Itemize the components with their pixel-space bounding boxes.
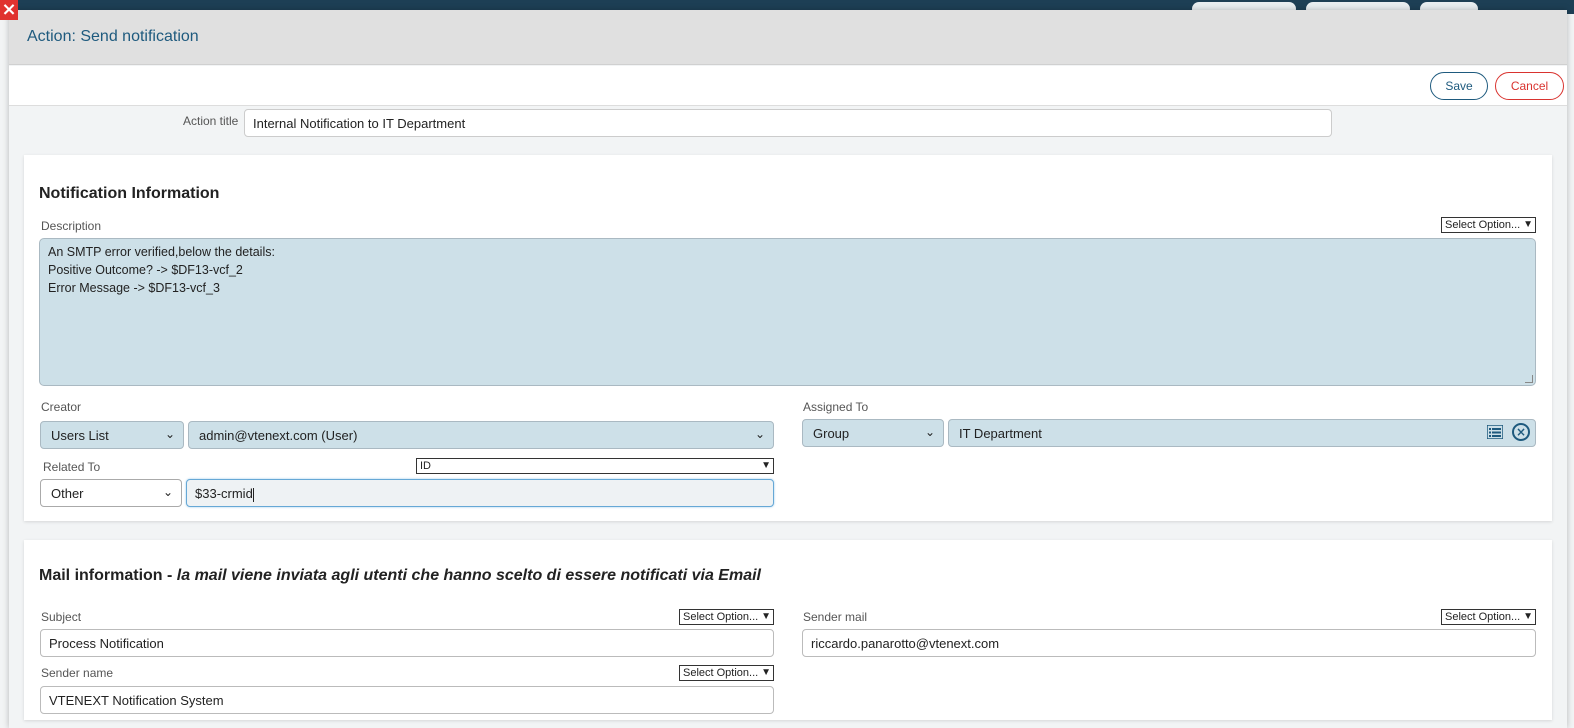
sender-name-option-select[interactable]: Select Option... ▼ bbox=[679, 665, 774, 681]
description-line: Positive Outcome? -> $DF13-vcf_2 bbox=[48, 263, 243, 277]
chevron-down-icon: ⌄ bbox=[162, 485, 173, 499]
subject-input[interactable]: Process Notification bbox=[40, 629, 774, 657]
chevron-down-icon: ⌄ bbox=[924, 425, 935, 439]
chevron-down-icon: ▼ bbox=[1523, 219, 1533, 230]
select-value: Users List bbox=[51, 428, 109, 443]
related-to-label: Related To bbox=[43, 460, 101, 474]
select-value: Select Option... bbox=[683, 667, 759, 679]
creator-user-select[interactable]: admin@vtenext.com (User) ⌄ bbox=[188, 421, 774, 449]
resize-handle-icon[interactable] bbox=[1525, 375, 1533, 383]
notification-information-card: Notification Information Description Sel… bbox=[24, 155, 1552, 521]
sender-name-label: Sender name bbox=[41, 666, 114, 680]
description-line: Error Message -> $DF13-vcf_3 bbox=[48, 281, 220, 295]
chevron-down-icon: ▼ bbox=[761, 611, 771, 622]
description-textarea[interactable]: An SMTP error verified,below the details… bbox=[39, 238, 1536, 386]
input-value: $33-crmid bbox=[195, 486, 253, 501]
sender-name-input[interactable]: VTENEXT Notification System bbox=[40, 686, 774, 714]
sender-mail-option-select[interactable]: Select Option... ▼ bbox=[1441, 609, 1536, 625]
mail-section-prefix: Mail information - bbox=[39, 567, 177, 584]
clear-icon[interactable]: × bbox=[1512, 423, 1530, 441]
select-value: Select Option... bbox=[1445, 611, 1521, 623]
chevron-down-icon: ▼ bbox=[761, 667, 771, 678]
send-notification-modal: Action: Send notification Save Cancel Ac… bbox=[9, 10, 1567, 728]
action-title-label: Action title bbox=[183, 114, 239, 128]
chevron-down-icon: ⌄ bbox=[164, 427, 175, 441]
save-button[interactable]: Save bbox=[1430, 72, 1488, 100]
select-value: Group bbox=[813, 426, 850, 441]
description-option-select[interactable]: Select Option... ▼ bbox=[1441, 217, 1536, 233]
action-title-input[interactable]: Internal Notification to IT Department bbox=[244, 109, 1332, 137]
cancel-button[interactable]: Cancel bbox=[1495, 72, 1564, 100]
close-icon[interactable]: × bbox=[0, 0, 18, 20]
related-to-input[interactable]: $33-crmid bbox=[186, 479, 774, 507]
section-title: Notification Information bbox=[39, 185, 220, 202]
description-line: An SMTP error verified,below the details… bbox=[48, 245, 275, 259]
mail-section-title: Mail information - la mail viene inviata… bbox=[39, 567, 761, 585]
subject-label: Subject bbox=[41, 610, 82, 624]
assigned-type-select[interactable]: Group ⌄ bbox=[802, 419, 944, 447]
sender-mail-label: Sender mail bbox=[803, 610, 868, 624]
chevron-down-icon: ⌄ bbox=[754, 427, 765, 441]
creator-type-select[interactable]: Users List ⌄ bbox=[40, 421, 184, 449]
sender-mail-input[interactable]: riccardo.panarotto@vtenext.com bbox=[802, 629, 1536, 657]
select-value: ID bbox=[420, 460, 431, 472]
select-value: admin@vtenext.com (User) bbox=[199, 428, 358, 443]
creator-label: Creator bbox=[41, 400, 82, 414]
select-value: Select Option... bbox=[683, 611, 759, 623]
mail-section-note: la mail viene inviata agli utenti che ha… bbox=[176, 567, 761, 584]
subject-option-select[interactable]: Select Option... ▼ bbox=[679, 609, 774, 625]
description-label: Description bbox=[41, 219, 102, 233]
text-cursor bbox=[252, 487, 254, 502]
assigned-to-field[interactable]: IT Department × bbox=[948, 419, 1536, 447]
chevron-down-icon: ▼ bbox=[761, 460, 771, 471]
list-icon[interactable] bbox=[1487, 425, 1503, 439]
modal-title: Action: Send notification bbox=[27, 28, 199, 45]
select-value: Other bbox=[51, 486, 84, 501]
modal-toolbar: Save Cancel bbox=[9, 66, 1567, 106]
chevron-down-icon: ▼ bbox=[1523, 611, 1533, 622]
related-type-select[interactable]: Other ⌄ bbox=[40, 479, 182, 507]
assigned-to-label: Assigned To bbox=[803, 400, 869, 414]
related-field-select[interactable]: ID ▼ bbox=[416, 458, 774, 474]
select-value: IT Department bbox=[959, 426, 1042, 441]
mail-information-card: Mail information - la mail viene inviata… bbox=[24, 540, 1552, 720]
select-value: Select Option... bbox=[1445, 219, 1521, 231]
modal-header: Action: Send notification bbox=[9, 10, 1567, 65]
